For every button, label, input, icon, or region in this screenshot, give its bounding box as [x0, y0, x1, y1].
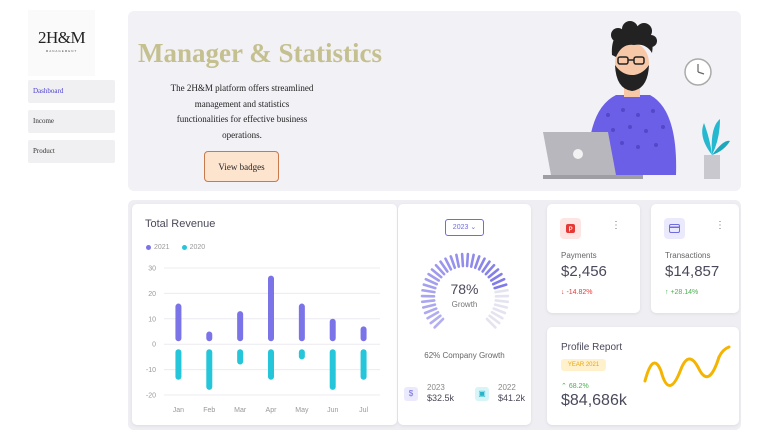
brand-logo[interactable]: 2H&M MANAGEMENT [28, 10, 95, 76]
y-tick-label: 30 [148, 266, 156, 273]
transactions-change-value: +28.14% [670, 289, 699, 296]
payments-more-icon[interactable]: ⋮ [611, 220, 621, 232]
year-2022-amount: $41.2k [498, 393, 526, 403]
growth-percent: 78% [450, 281, 479, 297]
sidebar-item-income[interactable]: Income [28, 110, 115, 133]
bar-2021[interactable] [206, 331, 213, 342]
paypal-icon: P [560, 218, 581, 239]
x-tick-label: Apr [266, 407, 278, 414]
profile-trend-line [643, 345, 731, 387]
growth-card: 2023 ⌄ 78% Growth 62% Company Growth $ 2… [398, 204, 531, 425]
hero-description: The 2H&M platform offers streamlined man… [170, 83, 314, 140]
bar-2020[interactable] [206, 349, 213, 390]
arrow-up-icon: ↑ [665, 289, 669, 296]
hero-banner: Manager & Statistics The 2H&M platform o… [128, 11, 741, 191]
payments-change: ↓ -14.82% [561, 289, 593, 296]
x-tick-label: May [295, 407, 309, 414]
x-tick-label: Feb [203, 407, 215, 414]
profile-report-card: Profile Report YEAR 2021 ⌃ 68.2% $84,686… [547, 327, 739, 425]
transactions-more-icon[interactable]: ⋮ [715, 220, 725, 232]
year-badge: YEAR 2021 [561, 359, 606, 371]
man-at-laptop-illustration [543, 21, 730, 179]
gauge-tick [449, 255, 457, 270]
payments-card: P ⋮ Payments $2,456 ↓ -14.82% [547, 204, 640, 313]
card-icon [664, 218, 685, 239]
x-tick-label: Jun [327, 407, 338, 414]
profile-value: $84,686k [561, 392, 627, 409]
dollar-icon: $ [404, 387, 418, 401]
gauge-tick [423, 307, 438, 315]
dashboard-page: 2H&M MANAGEMENT Dashboard Income Product… [0, 0, 780, 439]
payments-change-value: -14.82% [566, 289, 593, 296]
transactions-label: Transactions [665, 251, 711, 260]
profile-change-value: 68.2% [568, 383, 589, 390]
transactions-card: ⋮ Transactions $14,857 ↑ +28.14% [651, 204, 739, 313]
gauge-tick [469, 253, 475, 268]
total-revenue-card: Total Revenue 2021 2020 30 20 10 0 -10 -20 Jan… [132, 204, 397, 425]
x-tick-label: Jul [359, 407, 368, 414]
transactions-change: ↑ +28.14% [665, 289, 698, 296]
revenue-bar-chart: 30 20 10 0 -10 -20 Jan Feb Mar Apr May Jun Jul [146, 266, 380, 414]
company-growth-text: 62% Company Growth [424, 351, 505, 360]
bar-2021[interactable] [329, 318, 336, 342]
gauge-tick [492, 307, 507, 315]
bar-2020[interactable] [329, 349, 336, 390]
view-badges-button[interactable]: View badges [204, 151, 279, 182]
bar-2021[interactable] [237, 311, 244, 342]
bar-2021[interactable] [268, 275, 274, 342]
x-tick-label: Jan [173, 407, 184, 414]
profile-report-title: Profile Report [561, 342, 623, 353]
bar-2020[interactable] [360, 349, 367, 380]
x-tick-label: Mar [234, 407, 247, 414]
chevron-up-icon: ⌃ [561, 383, 567, 390]
gauge-tick [460, 252, 465, 268]
year-2022-label: 2022 [498, 383, 516, 392]
year-2023-amount: $32.5k [427, 393, 455, 403]
gauge-tick [473, 255, 481, 270]
y-tick-label: 10 [148, 316, 156, 323]
wallet-icon: ▣ [475, 387, 489, 401]
transactions-value: $14,857 [665, 263, 720, 280]
svg-text:P: P [568, 225, 572, 233]
bar-2021[interactable] [360, 326, 367, 342]
bar-2020[interactable] [237, 349, 244, 365]
bar-2020[interactable] [268, 349, 274, 380]
profile-change: ⌃ 68.2% [561, 382, 589, 390]
arrow-down-icon: ↓ [561, 289, 565, 296]
logo-wordmark: 2H&M [37, 28, 86, 47]
y-tick-label: 0 [152, 342, 156, 349]
y-tick-label: 20 [148, 291, 156, 298]
payments-value: $2,456 [561, 263, 607, 280]
logo-subtitle: MANAGEMENT [45, 49, 78, 53]
y-tick-label: -20 [146, 393, 156, 400]
sidebar-item-product[interactable]: Product [28, 140, 115, 163]
growth-label: Growth [451, 300, 478, 309]
bar-2020[interactable] [175, 349, 182, 380]
year-2023-label: 2023 [427, 383, 445, 392]
sidebar-item-dashboard[interactable]: Dashboard [28, 80, 115, 103]
y-tick-label: -10 [146, 367, 156, 374]
bar-2021[interactable] [175, 303, 182, 342]
bar-2020[interactable] [298, 349, 305, 360]
gauge-tick [465, 252, 470, 268]
payments-label: Payments [561, 251, 597, 260]
bar-2021[interactable] [298, 303, 305, 342]
hero-title: Manager & Statistics [138, 38, 382, 68]
gauge-tick [455, 253, 461, 268]
